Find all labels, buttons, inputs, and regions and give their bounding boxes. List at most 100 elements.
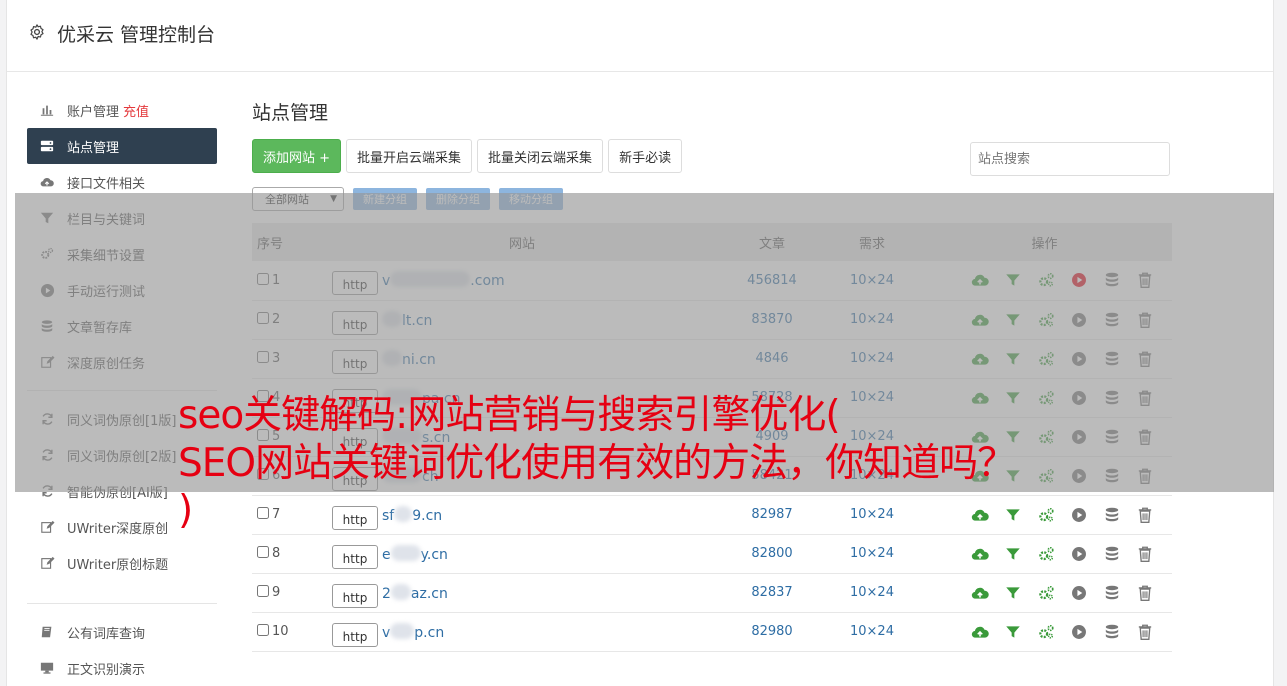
site-domain-link[interactable]: lt.cn bbox=[382, 310, 432, 329]
protocol-badge[interactable]: http bbox=[332, 349, 378, 374]
article-count[interactable]: 4846 bbox=[717, 339, 827, 378]
cloud-upload-icon[interactable] bbox=[971, 584, 989, 602]
trash-icon[interactable] bbox=[1136, 350, 1154, 368]
guide-button[interactable]: 新手必读 bbox=[608, 139, 683, 173]
filter-icon[interactable] bbox=[1004, 271, 1022, 289]
play-circle-icon[interactable] bbox=[1070, 623, 1088, 641]
sidebar-item-public-lexicon[interactable]: 公有词库查询 bbox=[27, 614, 217, 650]
trash-icon[interactable] bbox=[1136, 506, 1154, 524]
filter-icon[interactable] bbox=[1004, 545, 1022, 563]
filter-icon[interactable] bbox=[1004, 350, 1022, 368]
database-icon[interactable] bbox=[1103, 623, 1121, 641]
trash-icon[interactable] bbox=[1136, 623, 1154, 641]
cogs-icon[interactable] bbox=[1037, 389, 1055, 407]
sidebar-item-interface-files[interactable]: 接口文件相关 bbox=[27, 164, 217, 200]
site-domain-link[interactable]: v .com bbox=[382, 271, 505, 289]
protocol-badge[interactable]: http bbox=[332, 583, 378, 608]
trash-icon[interactable] bbox=[1136, 584, 1154, 602]
database-icon[interactable] bbox=[1103, 584, 1121, 602]
cloud-upload-icon[interactable] bbox=[971, 271, 989, 289]
protocol-badge[interactable]: http bbox=[332, 271, 378, 296]
cogs-icon[interactable] bbox=[1037, 428, 1055, 446]
trash-icon[interactable] bbox=[1136, 311, 1154, 329]
row-checkbox[interactable] bbox=[257, 351, 269, 363]
protocol-badge[interactable]: http bbox=[332, 544, 378, 569]
site-domain-link[interactable]: v p.cn bbox=[382, 622, 444, 641]
sidebar-item-sites[interactable]: 站点管理 bbox=[27, 128, 217, 164]
play-circle-icon[interactable] bbox=[1070, 467, 1088, 485]
play-circle-icon[interactable] bbox=[1070, 389, 1088, 407]
database-icon[interactable] bbox=[1103, 545, 1121, 563]
demand-value[interactable]: 10×24 bbox=[827, 612, 917, 651]
database-icon[interactable] bbox=[1103, 428, 1121, 446]
cogs-icon[interactable] bbox=[1037, 506, 1055, 524]
database-icon[interactable] bbox=[1103, 311, 1121, 329]
database-icon[interactable] bbox=[1103, 271, 1121, 289]
cogs-icon[interactable] bbox=[1037, 350, 1055, 368]
sidebar-item-text-recognition-demo[interactable]: 正文识别演示 bbox=[27, 650, 217, 686]
sidebar-item-deep-original[interactable]: 深度原创任务 bbox=[27, 344, 217, 380]
trash-icon[interactable] bbox=[1136, 428, 1154, 446]
sidebar-item-uwriter-title[interactable]: UWriter原创标题 bbox=[27, 545, 217, 581]
cogs-icon[interactable] bbox=[1037, 467, 1055, 485]
cogs-icon[interactable] bbox=[1037, 623, 1055, 641]
demand-value[interactable]: 10×24 bbox=[827, 573, 917, 612]
site-domain-link[interactable]: ni.cn bbox=[382, 349, 436, 368]
enable-cloud-collect-button[interactable]: 批量开启云端采集 bbox=[346, 139, 473, 173]
play-circle-icon[interactable] bbox=[1070, 584, 1088, 602]
sidebar-item-article-storage[interactable]: 文章暂存库 bbox=[27, 308, 217, 344]
article-count[interactable]: 456814 bbox=[717, 261, 827, 300]
filter-icon[interactable] bbox=[1004, 311, 1022, 329]
article-count[interactable]: 83870 bbox=[717, 300, 827, 339]
play-circle-icon[interactable] bbox=[1070, 311, 1088, 329]
cogs-icon[interactable] bbox=[1037, 545, 1055, 563]
cloud-upload-icon[interactable] bbox=[971, 350, 989, 368]
trash-icon[interactable] bbox=[1136, 545, 1154, 563]
disable-cloud-collect-button[interactable]: 批量关闭云端采集 bbox=[477, 139, 604, 173]
demand-value[interactable]: 10×24 bbox=[827, 261, 917, 300]
cogs-icon[interactable] bbox=[1037, 271, 1055, 289]
trash-icon[interactable] bbox=[1136, 467, 1154, 485]
play-circle-icon[interactable] bbox=[1070, 545, 1088, 563]
move-group-button[interactable]: 移动分组 bbox=[499, 188, 563, 210]
article-count[interactable]: 82800 bbox=[717, 534, 827, 573]
row-checkbox[interactable] bbox=[257, 312, 269, 324]
demand-value[interactable]: 10×24 bbox=[827, 534, 917, 573]
database-icon[interactable] bbox=[1103, 350, 1121, 368]
cogs-icon[interactable] bbox=[1037, 311, 1055, 329]
article-count[interactable]: 82980 bbox=[717, 612, 827, 651]
row-checkbox[interactable] bbox=[257, 272, 269, 285]
filter-icon[interactable] bbox=[1004, 584, 1022, 602]
cogs-icon[interactable] bbox=[1037, 584, 1055, 602]
sidebar-item-collect-settings[interactable]: 采集细节设置 bbox=[27, 236, 217, 272]
group-select[interactable]: 全部网站 ▼ bbox=[252, 187, 344, 211]
cloud-upload-icon[interactable] bbox=[971, 623, 989, 641]
demand-value[interactable]: 10×24 bbox=[827, 300, 917, 339]
delete-group-button[interactable]: 删除分组 bbox=[426, 188, 490, 210]
article-count[interactable]: 82837 bbox=[717, 573, 827, 612]
sidebar-item-columns-keywords[interactable]: 栏目与关键词 bbox=[27, 200, 217, 236]
trash-icon[interactable] bbox=[1136, 389, 1154, 407]
play-circle-icon[interactable] bbox=[1070, 506, 1088, 524]
cloud-upload-icon[interactable] bbox=[971, 545, 989, 563]
site-domain-link[interactable]: e y.cn bbox=[382, 544, 448, 563]
protocol-badge[interactable]: http bbox=[332, 622, 378, 647]
add-site-button[interactable]: 添加网站 + bbox=[252, 139, 342, 173]
site-search-input[interactable] bbox=[970, 142, 1170, 176]
protocol-badge[interactable]: http bbox=[332, 310, 378, 335]
filter-icon[interactable] bbox=[1004, 623, 1022, 641]
site-domain-link[interactable]: 2 az.cn bbox=[382, 583, 448, 602]
recharge-link[interactable]: 充值 bbox=[123, 101, 149, 120]
database-icon[interactable] bbox=[1103, 506, 1121, 524]
row-checkbox[interactable] bbox=[257, 546, 269, 558]
row-checkbox[interactable] bbox=[257, 585, 269, 597]
database-icon[interactable] bbox=[1103, 467, 1121, 485]
play-circle-icon[interactable] bbox=[1070, 428, 1088, 446]
play-circle-icon[interactable] bbox=[1070, 350, 1088, 368]
trash-icon[interactable] bbox=[1136, 271, 1154, 289]
cloud-upload-icon[interactable] bbox=[971, 311, 989, 329]
play-circle-icon[interactable] bbox=[1070, 271, 1088, 289]
sidebar-item-account[interactable]: 账户管理 充值 bbox=[27, 92, 217, 128]
row-checkbox[interactable] bbox=[257, 624, 269, 636]
database-icon[interactable] bbox=[1103, 389, 1121, 407]
